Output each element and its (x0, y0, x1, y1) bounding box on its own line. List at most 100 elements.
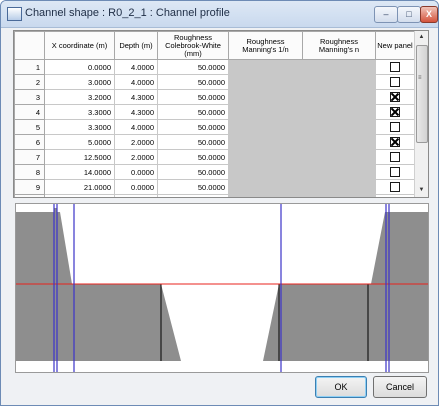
table-row: 3 3.2000 4.3000 50.0000 (14, 89, 415, 105)
colebrook-white-cell[interactable]: 50.0000 (157, 89, 229, 105)
mannings-n-cell (302, 134, 376, 150)
depth-cell[interactable]: 0.0000 (114, 179, 158, 195)
column-header[interactable]: Roughness Manning's 1/n (228, 31, 303, 60)
mannings-n-cell (302, 104, 376, 120)
new-panel-checkbox[interactable] (390, 167, 400, 177)
new-panel-checkbox[interactable] (390, 92, 400, 102)
depth-cell[interactable]: 0.0000 (114, 164, 158, 180)
new-panel-checkbox[interactable] (390, 197, 400, 198)
colebrook-white-cell[interactable]: 50.0000 (157, 119, 229, 135)
x-coordinate-cell[interactable]: 3.3000 (44, 104, 115, 120)
mannings-inverse-cell (228, 74, 303, 90)
column-header[interactable]: Depth (m) (114, 31, 158, 60)
maximize-button[interactable]: □ (397, 6, 421, 23)
x-coordinate-cell[interactable]: 0.0000 (44, 59, 115, 75)
new-panel-cell (375, 134, 415, 150)
colebrook-white-cell[interactable]: 50.0000 (157, 149, 229, 165)
mannings-inverse-cell (228, 194, 303, 197)
table-row: 7 12.5000 2.0000 50.0000 (14, 149, 415, 165)
channel-profile-view (15, 203, 429, 373)
mannings-n-cell (302, 179, 376, 195)
mannings-inverse-cell (228, 104, 303, 120)
x-coordinate-cell[interactable]: 3.3000 (44, 119, 115, 135)
title-bar[interactable]: Channel shape : R0_2_1 : Channel profile… (1, 1, 438, 28)
new-panel-cell (375, 149, 415, 165)
depth-cell[interactable]: 4.0000 (114, 74, 158, 90)
depth-cell[interactable]: 2.0000 (114, 149, 158, 165)
new-panel-checkbox[interactable] (390, 152, 400, 162)
column-header[interactable]: Roughness Manning's n (302, 31, 376, 60)
depth-cell[interactable]: 4.3000 (114, 104, 158, 120)
new-panel-cell (375, 104, 415, 120)
cancel-button[interactable]: Cancel (373, 376, 427, 398)
colebrook-white-cell[interactable]: 50.0000 (157, 104, 229, 120)
x-coordinate-cell[interactable]: 14.0000 (44, 164, 115, 180)
new-panel-checkbox[interactable] (390, 107, 400, 117)
scroll-down-arrow-icon[interactable]: ▼ (415, 184, 428, 197)
new-panel-cell (375, 74, 415, 90)
new-panel-cell (375, 179, 415, 195)
colebrook-white-cell[interactable]: 50.0000 (157, 179, 229, 195)
depth-cell[interactable]: 2.0000 (114, 134, 158, 150)
grip-icon: ≡ (418, 75, 422, 81)
window-icon (7, 7, 22, 21)
depth-cell[interactable]: 4.3000 (114, 89, 158, 105)
new-panel-checkbox[interactable] (390, 122, 400, 132)
column-header[interactable]: New panel (375, 31, 415, 60)
row-number: 9 (14, 179, 45, 195)
x-coordinate-cell[interactable]: 21.0000 (44, 179, 115, 195)
new-panel-checkbox[interactable] (390, 62, 400, 72)
depth-cell[interactable]: 4.0000 (114, 59, 158, 75)
table-row: 1022.50002.000050.0000 (14, 194, 415, 198)
new-panel-cell (375, 194, 415, 198)
column-header[interactable] (14, 31, 45, 60)
mannings-inverse-cell (228, 164, 303, 180)
row-number: 4 (14, 104, 45, 120)
row-number: 3 (14, 89, 45, 105)
mannings-inverse-cell (228, 149, 303, 165)
colebrook-white-cell[interactable]: 50.0000 (157, 164, 229, 180)
colebrook-white-cell[interactable]: 50.0000 (157, 134, 229, 150)
x-coordinate-cell[interactable]: 5.0000 (44, 134, 115, 150)
table-row: 4 3.3000 4.3000 50.0000 (14, 104, 415, 120)
colebrook-white-cell[interactable]: 50.0000 (157, 59, 229, 75)
scroll-thumb[interactable] (416, 45, 428, 143)
depth-cell[interactable]: 4.0000 (114, 119, 158, 135)
colebrook-white-cell[interactable]: 50.0000 (157, 74, 229, 90)
mannings-n-cell (302, 59, 376, 75)
row-number: 2 (14, 74, 45, 90)
x-coordinate-cell[interactable]: 12.5000 (44, 149, 115, 165)
table-vertical-scrollbar[interactable]: ▲ ≡ ▼ (414, 31, 428, 197)
new-panel-checkbox[interactable] (390, 182, 400, 192)
column-header[interactable]: X coordinate (m) (44, 31, 115, 60)
colebrook-white-cell[interactable]: 50.0000 (157, 194, 229, 197)
x-coordinate-cell[interactable]: 3.0000 (44, 74, 115, 90)
row-number: 6 (14, 134, 45, 150)
new-panel-checkbox[interactable] (390, 77, 400, 87)
ok-button[interactable]: OK (315, 376, 367, 398)
table-row: 2 3.0000 4.0000 50.0000 (14, 74, 415, 90)
channel-profile-table: X coordinate (m) Depth (m) Roughness Coleb… (13, 30, 429, 198)
mannings-n-cell (302, 164, 376, 180)
close-button[interactable]: X (420, 6, 438, 23)
new-panel-checkbox[interactable] (390, 137, 400, 147)
channel-profile-window: Channel shape : R0_2_1 : Channel profile… (0, 0, 439, 406)
new-panel-cell (375, 164, 415, 180)
mannings-n-cell (302, 149, 376, 165)
mannings-n-cell (302, 89, 376, 105)
table-row: 1 0.0000 4.0000 50.0000 (14, 59, 415, 75)
x-coordinate-cell[interactable]: 22.5000 (44, 194, 115, 197)
depth-cell[interactable]: 2.0000 (114, 194, 158, 197)
mannings-inverse-cell (228, 134, 303, 150)
mannings-inverse-cell (228, 119, 303, 135)
mannings-inverse-cell (228, 59, 303, 75)
mannings-n-cell (302, 74, 376, 90)
mannings-n-cell (302, 194, 376, 197)
x-coordinate-cell[interactable]: 3.2000 (44, 89, 115, 105)
mannings-inverse-cell (228, 179, 303, 195)
row-number: 5 (14, 119, 45, 135)
profile-svg (16, 204, 428, 372)
minimize-button[interactable]: – (374, 6, 398, 23)
scroll-up-arrow-icon[interactable]: ▲ (415, 31, 428, 44)
column-header[interactable]: Roughness Colebrook-White (mm) (157, 31, 229, 60)
